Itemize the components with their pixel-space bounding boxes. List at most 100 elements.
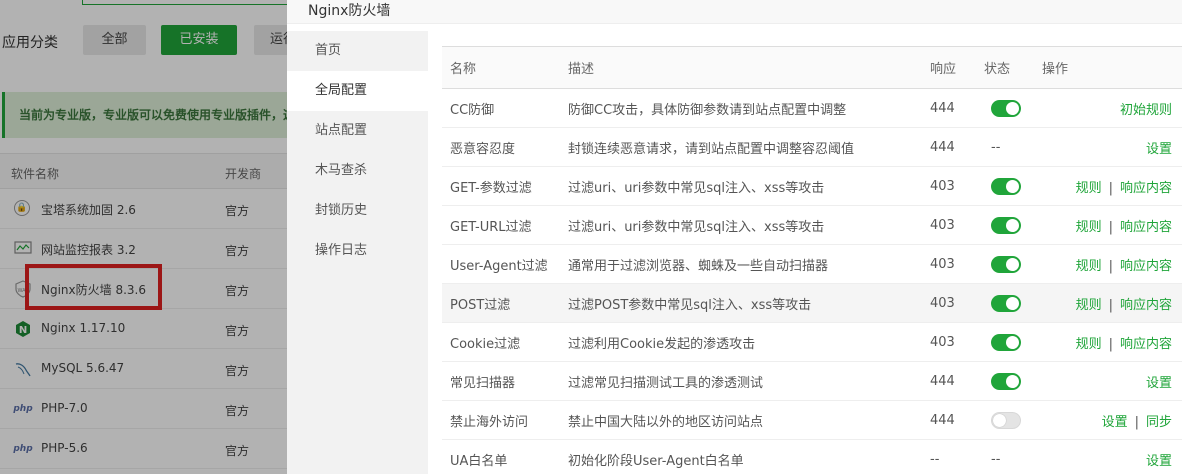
nginx-firewall-dialog: Nginx防火墙 首页 全局配置 站点配置 木马查杀 封锁历史 操作日志 名称 …	[287, 0, 1182, 474]
rule-actions: 设置	[1034, 127, 1182, 167]
sidebar-item-operation-log[interactable]: 操作日志	[287, 231, 428, 271]
toggle-knob	[1006, 257, 1019, 271]
sidebar-item-block-history[interactable]: 封锁历史	[287, 191, 428, 231]
action-link[interactable]: 规则	[1076, 220, 1102, 235]
rule-status	[970, 205, 1034, 245]
rule-response-code: 403	[922, 166, 970, 206]
sidebar-item-trojan-scan[interactable]: 木马查杀	[287, 151, 428, 191]
rule-response-code: --	[922, 439, 970, 474]
toggle-knob	[1006, 101, 1019, 115]
action-link[interactable]: 设置	[1146, 376, 1172, 391]
rule-actions: 规则 | 响应内容	[1034, 166, 1182, 206]
rule-actions: 设置	[1034, 439, 1182, 474]
action-link[interactable]: 响应内容	[1120, 298, 1172, 313]
rule-row: CC防御 防御CC攻击，具体防御参数请到站点配置中调整 444 初始规则	[442, 88, 1182, 128]
rule-status: --	[970, 127, 1034, 167]
action-link[interactable]: 初始规则	[1120, 103, 1172, 118]
dialog-sidebar: 首页 全局配置 站点配置 木马查杀 封锁历史 操作日志	[287, 31, 428, 474]
status-empty: --	[991, 139, 1001, 155]
rule-name: CC防御	[442, 88, 560, 128]
status-toggle[interactable]	[991, 99, 1021, 117]
toggle-knob	[993, 413, 1006, 427]
action-separator: |	[1108, 336, 1113, 352]
rule-response-code: 403	[922, 205, 970, 245]
rule-response-code: 403	[922, 283, 970, 323]
rule-name: POST过滤	[442, 283, 560, 323]
rule-desc: 过滤uri、uri参数中常见sql注入、xss等攻击	[560, 205, 922, 245]
action-separator: |	[1108, 180, 1113, 196]
action-separator: |	[1108, 258, 1113, 274]
action-separator: |	[1108, 297, 1113, 313]
rule-name: GET-URL过滤	[442, 205, 560, 245]
rule-name: 常见扫描器	[442, 361, 560, 401]
action-link[interactable]: 响应内容	[1120, 181, 1172, 196]
rule-status: --	[970, 439, 1034, 474]
rule-desc: 过滤uri、uri参数中常见sql注入、xss等攻击	[560, 166, 922, 206]
rule-row: POST过滤 过滤POST参数中常见sql注入、xss等攻击 403 规则 | 响应内容	[442, 283, 1182, 323]
rule-row: 常见扫描器 过滤常见扫描测试工具的渗透测试 444 设置	[442, 361, 1182, 401]
action-link[interactable]: 规则	[1076, 181, 1102, 196]
toggle-knob	[1006, 296, 1019, 310]
rule-response-code: 444	[922, 127, 970, 167]
action-link[interactable]: 响应内容	[1120, 220, 1172, 235]
col-status: 状态	[970, 46, 1034, 89]
rule-row: 禁止海外访问 禁止中国大陆以外的地区访问站点 444 设置 | 同步	[442, 400, 1182, 440]
col-desc: 描述	[560, 46, 922, 89]
action-link[interactable]: 设置	[1146, 454, 1172, 469]
rule-actions: 初始规则	[1034, 88, 1182, 128]
action-link[interactable]: 响应内容	[1120, 259, 1172, 274]
action-link[interactable]: 同步	[1146, 415, 1172, 430]
col-name: 名称	[442, 46, 560, 89]
action-link[interactable]: 设置	[1146, 142, 1172, 157]
global-config-panel: 名称 描述 响应 状态 操作 CC防御 防御CC攻击，具体防御参数请到站点配置中调…	[442, 46, 1182, 474]
rule-desc: 封锁连续恶意请求，请到站点配置中调整容忍阈值	[560, 127, 922, 167]
action-separator: |	[1134, 414, 1139, 430]
rule-response-code: 403	[922, 244, 970, 284]
rule-name: 恶意容忍度	[442, 127, 560, 167]
rule-actions: 规则 | 响应内容	[1034, 205, 1182, 245]
toggle-knob	[1006, 179, 1019, 193]
action-link[interactable]: 规则	[1076, 259, 1102, 274]
action-link[interactable]: 响应内容	[1120, 337, 1172, 352]
status-toggle[interactable]	[991, 255, 1021, 273]
rule-name: UA白名单	[442, 439, 560, 474]
rule-desc: 过滤常见扫描测试工具的渗透测试	[560, 361, 922, 401]
status-toggle[interactable]	[991, 333, 1021, 351]
rule-actions: 设置 | 同步	[1034, 400, 1182, 440]
rule-desc: 过滤利用Cookie发起的渗透攻击	[560, 322, 922, 362]
rule-row: Cookie过滤 过滤利用Cookie发起的渗透攻击 403 规则 | 响应内容	[442, 322, 1182, 362]
action-link[interactable]: 规则	[1076, 337, 1102, 352]
action-link[interactable]: 规则	[1076, 298, 1102, 313]
col-ops: 操作	[1034, 46, 1182, 89]
rule-actions: 规则 | 响应内容	[1034, 322, 1182, 362]
toggle-knob	[1006, 374, 1019, 388]
rule-row: GET-URL过滤 过滤uri、uri参数中常见sql注入、xss等攻击 403 规则…	[442, 205, 1182, 245]
rule-row: User-Agent过滤 通常用于过滤浏览器、蜘蛛及一些自动扫描器 403 规则 | 响应…	[442, 244, 1182, 284]
rule-desc: 过滤POST参数中常见sql注入、xss等攻击	[560, 283, 922, 323]
toggle-knob	[1006, 335, 1019, 349]
action-link[interactable]: 设置	[1102, 415, 1128, 430]
rule-status	[970, 400, 1034, 440]
rule-status	[970, 244, 1034, 284]
status-toggle[interactable]	[991, 372, 1021, 390]
rule-response-code: 403	[922, 322, 970, 362]
sidebar-item-global-config[interactable]: 全局配置	[287, 71, 428, 111]
rule-name: User-Agent过滤	[442, 244, 560, 284]
rule-name: GET-参数过滤	[442, 166, 560, 206]
rule-desc: 禁止中国大陆以外的地区访问站点	[560, 400, 922, 440]
status-empty: --	[991, 451, 1001, 467]
status-toggle[interactable]	[991, 177, 1021, 195]
status-toggle[interactable]	[991, 216, 1021, 234]
sidebar-item-home[interactable]: 首页	[287, 31, 428, 71]
rule-actions: 规则 | 响应内容	[1034, 244, 1182, 284]
rule-status	[970, 166, 1034, 206]
rule-name: Cookie过滤	[442, 322, 560, 362]
rule-row: 恶意容忍度 封锁连续恶意请求，请到站点配置中调整容忍阈值 444 -- 设置	[442, 127, 1182, 167]
status-toggle[interactable]	[991, 294, 1021, 312]
sidebar-item-site-config[interactable]: 站点配置	[287, 111, 428, 151]
status-toggle[interactable]	[991, 411, 1021, 429]
toggle-knob	[1006, 218, 1019, 232]
rules-table-header: 名称 描述 响应 状态 操作	[442, 46, 1182, 89]
rule-desc: 初始化阶段User-Agent白名单	[560, 439, 922, 474]
rule-desc: 防御CC攻击，具体防御参数请到站点配置中调整	[560, 88, 922, 128]
